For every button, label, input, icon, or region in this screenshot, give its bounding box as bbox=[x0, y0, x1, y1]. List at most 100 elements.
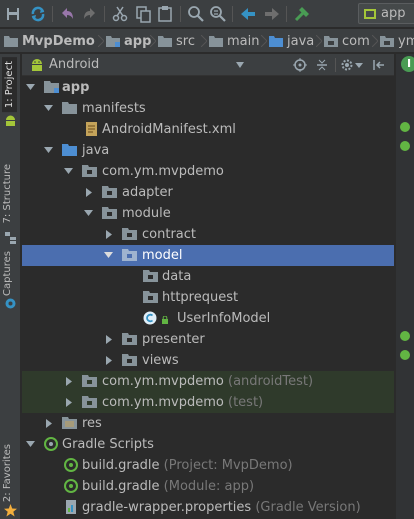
expand-arrow-icon[interactable] bbox=[64, 167, 73, 176]
tree-node-package-main[interactable]: com.ym.mvpdemo bbox=[22, 161, 394, 182]
tree-node-data[interactable]: data bbox=[22, 266, 394, 287]
project-tree: app manifests AndroidManifest.xml java c… bbox=[22, 77, 394, 519]
tab-structure[interactable]: 7: Structure bbox=[2, 164, 13, 223]
tab-captures[interactable]: Captures bbox=[2, 251, 13, 296]
tree-node-hint: (Module: app) bbox=[163, 479, 255, 494]
expand-arrow-icon[interactable] bbox=[44, 146, 53, 155]
sync-icon[interactable] bbox=[28, 4, 48, 24]
breadcrumb-item-src[interactable]: src bbox=[158, 32, 195, 50]
save-all-icon[interactable] bbox=[3, 4, 23, 24]
run-config-selector[interactable]: app bbox=[358, 3, 414, 24]
hide-panel-icon[interactable] bbox=[372, 58, 386, 72]
tree-node-label: contract bbox=[142, 227, 196, 242]
tree-node-hint: (test) bbox=[228, 395, 264, 410]
chevron-down-icon[interactable] bbox=[236, 62, 244, 68]
tree-node-label: res bbox=[82, 416, 102, 431]
find-icon[interactable] bbox=[186, 4, 206, 24]
chevron-right-icon bbox=[150, 35, 156, 47]
expand-arrow-icon[interactable] bbox=[104, 251, 113, 260]
expand-arrow-icon[interactable] bbox=[26, 83, 35, 92]
gradle-file-icon bbox=[64, 479, 78, 493]
paste-icon[interactable] bbox=[155, 4, 175, 24]
make-project-icon[interactable] bbox=[292, 4, 312, 24]
tree-node-label: presenter bbox=[142, 332, 205, 347]
forward-icon[interactable] bbox=[262, 4, 282, 24]
expand-arrow-icon[interactable] bbox=[44, 104, 53, 113]
tree-node-package-test[interactable]: com.ym.mvpdemo (test) bbox=[22, 392, 394, 413]
package-icon bbox=[324, 36, 338, 47]
collapse-all-icon[interactable] bbox=[315, 58, 329, 72]
collapse-arrow-icon[interactable] bbox=[104, 230, 113, 239]
copy-icon[interactable] bbox=[133, 4, 153, 24]
folder-icon bbox=[4, 36, 18, 47]
expand-arrow-icon[interactable] bbox=[84, 209, 93, 218]
collapse-arrow-icon[interactable] bbox=[84, 188, 93, 197]
change-marker-icon bbox=[400, 350, 410, 360]
run-config-label: app bbox=[381, 6, 406, 21]
change-marker-icon bbox=[400, 122, 410, 132]
collapse-arrow-icon[interactable] bbox=[104, 356, 113, 365]
collapse-arrow-icon[interactable] bbox=[44, 419, 53, 428]
tree-node-build-gradle-module[interactable]: build.gradle (Module: app) bbox=[22, 476, 394, 497]
collapse-arrow-icon[interactable] bbox=[104, 335, 113, 344]
module-folder-icon bbox=[44, 81, 59, 93]
breadcrumb-item-ym[interactable]: ym bbox=[380, 32, 414, 50]
tree-node-package-android-test[interactable]: com.ym.mvpdemo (androidTest) bbox=[22, 371, 394, 392]
tree-node-app[interactable]: app bbox=[22, 77, 394, 98]
scroll-from-source-icon[interactable] bbox=[293, 58, 307, 72]
collapse-arrow-icon[interactable] bbox=[64, 377, 73, 386]
redo-icon[interactable] bbox=[80, 4, 100, 24]
breadcrumb-item-main[interactable]: main bbox=[209, 32, 259, 50]
tree-node-gradle-scripts[interactable]: Gradle Scripts bbox=[22, 434, 394, 455]
tree-node-user-info-model[interactable]: UserInfoModel bbox=[22, 308, 394, 329]
tree-node-gradle-wrapper[interactable]: gradle-wrapper.properties (Gradle Versio… bbox=[22, 497, 394, 518]
chevron-down-icon[interactable] bbox=[355, 58, 363, 72]
tree-node-model[interactable]: model bbox=[22, 245, 394, 266]
breadcrumb-item-app[interactable]: app bbox=[106, 32, 151, 50]
tree-node-res[interactable]: res bbox=[22, 413, 394, 434]
project-view-selector[interactable]: Android bbox=[49, 57, 99, 72]
back-icon[interactable] bbox=[238, 4, 258, 24]
undo-icon[interactable] bbox=[57, 4, 77, 24]
expand-arrow-icon[interactable] bbox=[26, 440, 35, 449]
tree-node-hint: (Project: MvpDemo) bbox=[163, 458, 293, 473]
tree-node-adapter[interactable]: adapter bbox=[22, 182, 394, 203]
tree-node-build-gradle-project[interactable]: build.gradle (Project: MvpDemo) bbox=[22, 455, 394, 476]
gear-icon[interactable] bbox=[340, 58, 354, 72]
tree-node-label: gradle-wrapper.properties bbox=[82, 500, 252, 515]
breadcrumb-item-java[interactable]: java bbox=[269, 32, 314, 50]
cut-icon[interactable] bbox=[110, 4, 130, 24]
breadcrumb-item-com[interactable]: com bbox=[324, 32, 370, 50]
tree-node-manifests[interactable]: manifests bbox=[22, 98, 394, 119]
tree-node-label: com.ym.mvpdemo bbox=[102, 395, 224, 410]
tab-favorites[interactable]: 2: Favorites bbox=[2, 444, 13, 502]
tree-node-httprequest[interactable]: httprequest bbox=[22, 287, 394, 308]
tree-node-label: com.ym.mvpdemo bbox=[102, 374, 224, 389]
folder-icon bbox=[209, 36, 223, 47]
tree-node-contract[interactable]: contract bbox=[22, 224, 394, 245]
package-icon bbox=[82, 396, 97, 408]
chevron-right-icon bbox=[261, 35, 267, 47]
folder-icon bbox=[158, 36, 172, 47]
package-icon bbox=[122, 333, 137, 345]
collapse-arrow-icon[interactable] bbox=[64, 398, 73, 407]
navigation-breadcrumb: MvpDemo app src main java com ym bbox=[0, 29, 414, 53]
replace-icon[interactable] bbox=[208, 4, 228, 24]
tree-node-java[interactable]: java bbox=[22, 140, 394, 161]
breadcrumb-item-mvpdemo[interactable]: MvpDemo bbox=[4, 32, 95, 50]
editor-tab-indicator[interactable]: I bbox=[401, 56, 414, 72]
chevron-right-icon bbox=[98, 35, 104, 47]
tree-node-module[interactable]: module bbox=[22, 203, 394, 224]
breadcrumb-label: MvpDemo bbox=[22, 33, 95, 49]
change-marker-icon bbox=[400, 141, 410, 151]
tree-node-presenter[interactable]: presenter bbox=[22, 329, 394, 350]
gradle-icon bbox=[44, 437, 58, 451]
project-view-header: Android bbox=[22, 54, 394, 76]
source-folder-icon bbox=[269, 36, 283, 47]
tree-node-label: AndroidManifest.xml bbox=[102, 122, 236, 137]
tree-node-label: Gradle Scripts bbox=[62, 437, 154, 452]
tree-node-views[interactable]: views bbox=[22, 350, 394, 371]
tree-node-android-manifest[interactable]: AndroidManifest.xml bbox=[22, 119, 394, 140]
breadcrumb-label: ym bbox=[398, 33, 414, 49]
tab-project[interactable]: 1: Project bbox=[2, 57, 17, 113]
